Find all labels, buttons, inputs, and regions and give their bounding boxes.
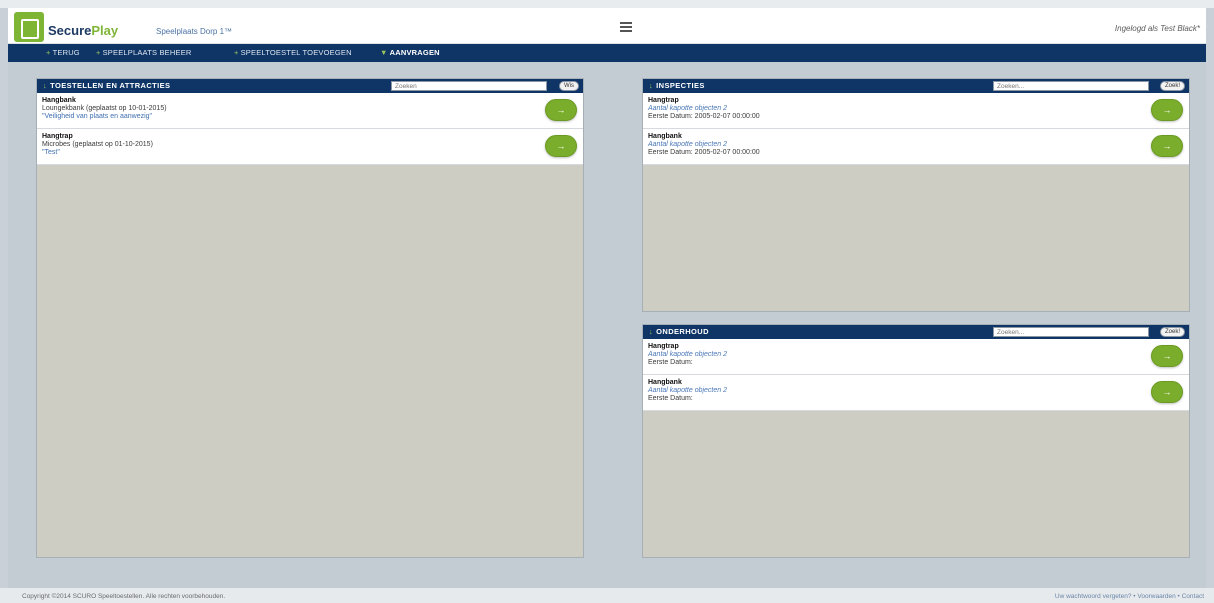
nav-bullet: ▼ bbox=[380, 48, 388, 57]
item-link[interactable]: Aantal kapotte objecten 2 bbox=[648, 351, 727, 358]
panel-header: ↓TOESTELLEN EN ATTRACTIES Wis bbox=[37, 79, 583, 93]
nav-item-label: AANVRAGEN bbox=[389, 48, 440, 57]
panel-title: ↓ INSPECTIES bbox=[649, 81, 705, 90]
logo-secure: Secure bbox=[48, 23, 92, 38]
nav-item-label: SPEELPLAATS BEHEER bbox=[102, 48, 192, 57]
app-header: SecurePlay Speelplaats Dorp 1™ Ingelogd … bbox=[8, 8, 1206, 44]
list-item[interactable]: Hangbank Aantal kapotte objecten 2 Eerst… bbox=[643, 129, 1189, 165]
list-item[interactable]: Hangbank Loungekbank (geplaatst op 10-01… bbox=[37, 93, 583, 129]
contact-link[interactable]: Contact bbox=[1182, 593, 1204, 600]
search-input[interactable] bbox=[993, 81, 1149, 91]
search-button[interactable]: Zoek! bbox=[1159, 81, 1185, 91]
list-item[interactable]: Hangtrap Aantal kapotte objecten 2 Eerst… bbox=[643, 93, 1189, 129]
nav-item-speelplaats-beheer[interactable]: + SPEELPLAATS BEHEER bbox=[96, 48, 192, 57]
item-name: Hangtrap bbox=[648, 97, 679, 104]
item-detail: Microbes (geplaatst op 01-10-2015) bbox=[42, 141, 153, 148]
top-strip bbox=[0, 0, 1214, 8]
item-date: Eerste Datum: bbox=[648, 395, 693, 402]
nav-bullet: + bbox=[46, 48, 51, 57]
forgot-password-link[interactable]: Uw wachtwoord vergeten? bbox=[1055, 593, 1132, 600]
footer: Copyright ©2014 SCURO Speeltoestellen. A… bbox=[0, 588, 1214, 603]
item-link[interactable]: Aantal kapotte objecten 2 bbox=[648, 105, 727, 112]
item-note: "Test" bbox=[42, 149, 60, 156]
go-arrow-button[interactable]: → bbox=[545, 135, 577, 157]
item-date: Eerste Datum: bbox=[648, 359, 693, 366]
terms-link[interactable]: Voorwaarden bbox=[1137, 593, 1175, 600]
item-name: Hangbank bbox=[648, 379, 682, 386]
panel-toestellen: ↓TOESTELLEN EN ATTRACTIES Wis Hangbank L… bbox=[36, 78, 584, 558]
main-nav: + TERUG + SPEELPLAATS BEHEER + SPEELTOESTEL… bbox=[8, 44, 1206, 62]
panel-title-text: TOESTELLEN EN ATTRACTIES bbox=[50, 81, 171, 90]
site-name: Speelplaats Dorp 1™ bbox=[156, 27, 233, 36]
logo-text: SecurePlay bbox=[48, 23, 118, 38]
main-content: ↓TOESTELLEN EN ATTRACTIES Wis Hangbank L… bbox=[8, 62, 1206, 588]
panel-onderhoud: ↓ONDERHOUD Zoek! Hangtrap Aantal kapotte… bbox=[642, 324, 1190, 558]
panel-inspecties: ↓INSPECTIES Zoek! Hangtrap Aantal kapott… bbox=[642, 78, 1190, 312]
collapse-caret-icon[interactable]: ↓ bbox=[649, 81, 653, 90]
go-arrow-button[interactable]: → bbox=[1151, 135, 1183, 157]
copyright-text: Copyright ©2014 SCURO Speeltoestellen. A… bbox=[22, 593, 226, 600]
nav-bullet: + bbox=[96, 48, 101, 57]
panel-title-text: ONDERHOUD bbox=[656, 327, 709, 336]
item-date: Eerste Datum: 2005-02-07 00:00:00 bbox=[648, 113, 760, 120]
item-link[interactable]: Aantal kapotte objecten 2 bbox=[648, 387, 727, 394]
securepl ay-logo[interactable]: SecurePlay bbox=[14, 12, 144, 42]
list-item[interactable]: Hangtrap Microbes (geplaatst op 01-10-20… bbox=[37, 129, 583, 165]
item-date: Eerste Datum: 2005-02-07 00:00:00 bbox=[648, 149, 760, 156]
go-arrow-button[interactable]: → bbox=[1151, 99, 1183, 121]
collapse-caret-icon[interactable]: ↓ bbox=[43, 81, 47, 90]
item-name: Hangtrap bbox=[648, 343, 679, 350]
panel-header: ↓ONDERHOUD Zoek! bbox=[643, 325, 1189, 339]
nav-item-terug[interactable]: + TERUG bbox=[46, 48, 80, 57]
panel-title-text: INSPECTIES bbox=[656, 81, 705, 90]
nav-item-label: TERUG bbox=[52, 48, 80, 57]
go-arrow-button[interactable]: → bbox=[545, 99, 577, 121]
collapse-caret-icon[interactable]: ↓ bbox=[649, 327, 653, 336]
panel-title: ↓ TOESTELLEN EN ATTRACTIES bbox=[43, 81, 170, 90]
item-name: Hangbank bbox=[42, 97, 76, 104]
list-item[interactable]: Hangtrap Aantal kapotte objecten 2 Eerst… bbox=[643, 339, 1189, 375]
clear-search-button[interactable]: Wis bbox=[559, 81, 579, 91]
go-arrow-button[interactable]: → bbox=[1151, 345, 1183, 367]
hamburger-menu-icon[interactable] bbox=[620, 22, 632, 32]
item-link[interactable]: Aantal kapotte objecten 2 bbox=[648, 141, 727, 148]
panel-header: ↓INSPECTIES Zoek! bbox=[643, 79, 1189, 93]
nav-item-label: SPEELTOESTEL TOEVOEGEN bbox=[240, 48, 352, 57]
search-input[interactable] bbox=[993, 327, 1149, 337]
go-arrow-button[interactable]: → bbox=[1151, 381, 1183, 403]
list-item[interactable]: Hangbank Aantal kapotte objecten 2 Eerst… bbox=[643, 375, 1189, 411]
search-button[interactable]: Zoek! bbox=[1159, 327, 1185, 337]
item-name: Hangtrap bbox=[42, 133, 73, 140]
item-detail: Loungekbank (geplaatst op 10-01-2015) bbox=[42, 105, 167, 112]
logo-icon bbox=[14, 12, 44, 42]
search-input[interactable] bbox=[391, 81, 547, 91]
nav-bullet: + bbox=[234, 48, 239, 57]
logged-in-status[interactable]: Ingelogd als Test Black* bbox=[1115, 24, 1200, 33]
nav-item-speeltoestel-toevoegen[interactable]: + SPEELTOESTEL TOEVOEGEN bbox=[234, 48, 352, 57]
item-note: "Veiligheid van plaats en aanwezig" bbox=[42, 113, 153, 120]
panel-title: ↓ ONDERHOUD bbox=[649, 327, 709, 336]
nav-item-aanvragen[interactable]: ▼ AANVRAGEN bbox=[380, 48, 440, 57]
logo-play: Play bbox=[91, 23, 119, 38]
footer-links: Uw wachtwoord vergeten? • Voorwaarden • … bbox=[1055, 593, 1204, 600]
item-name: Hangbank bbox=[648, 133, 682, 140]
